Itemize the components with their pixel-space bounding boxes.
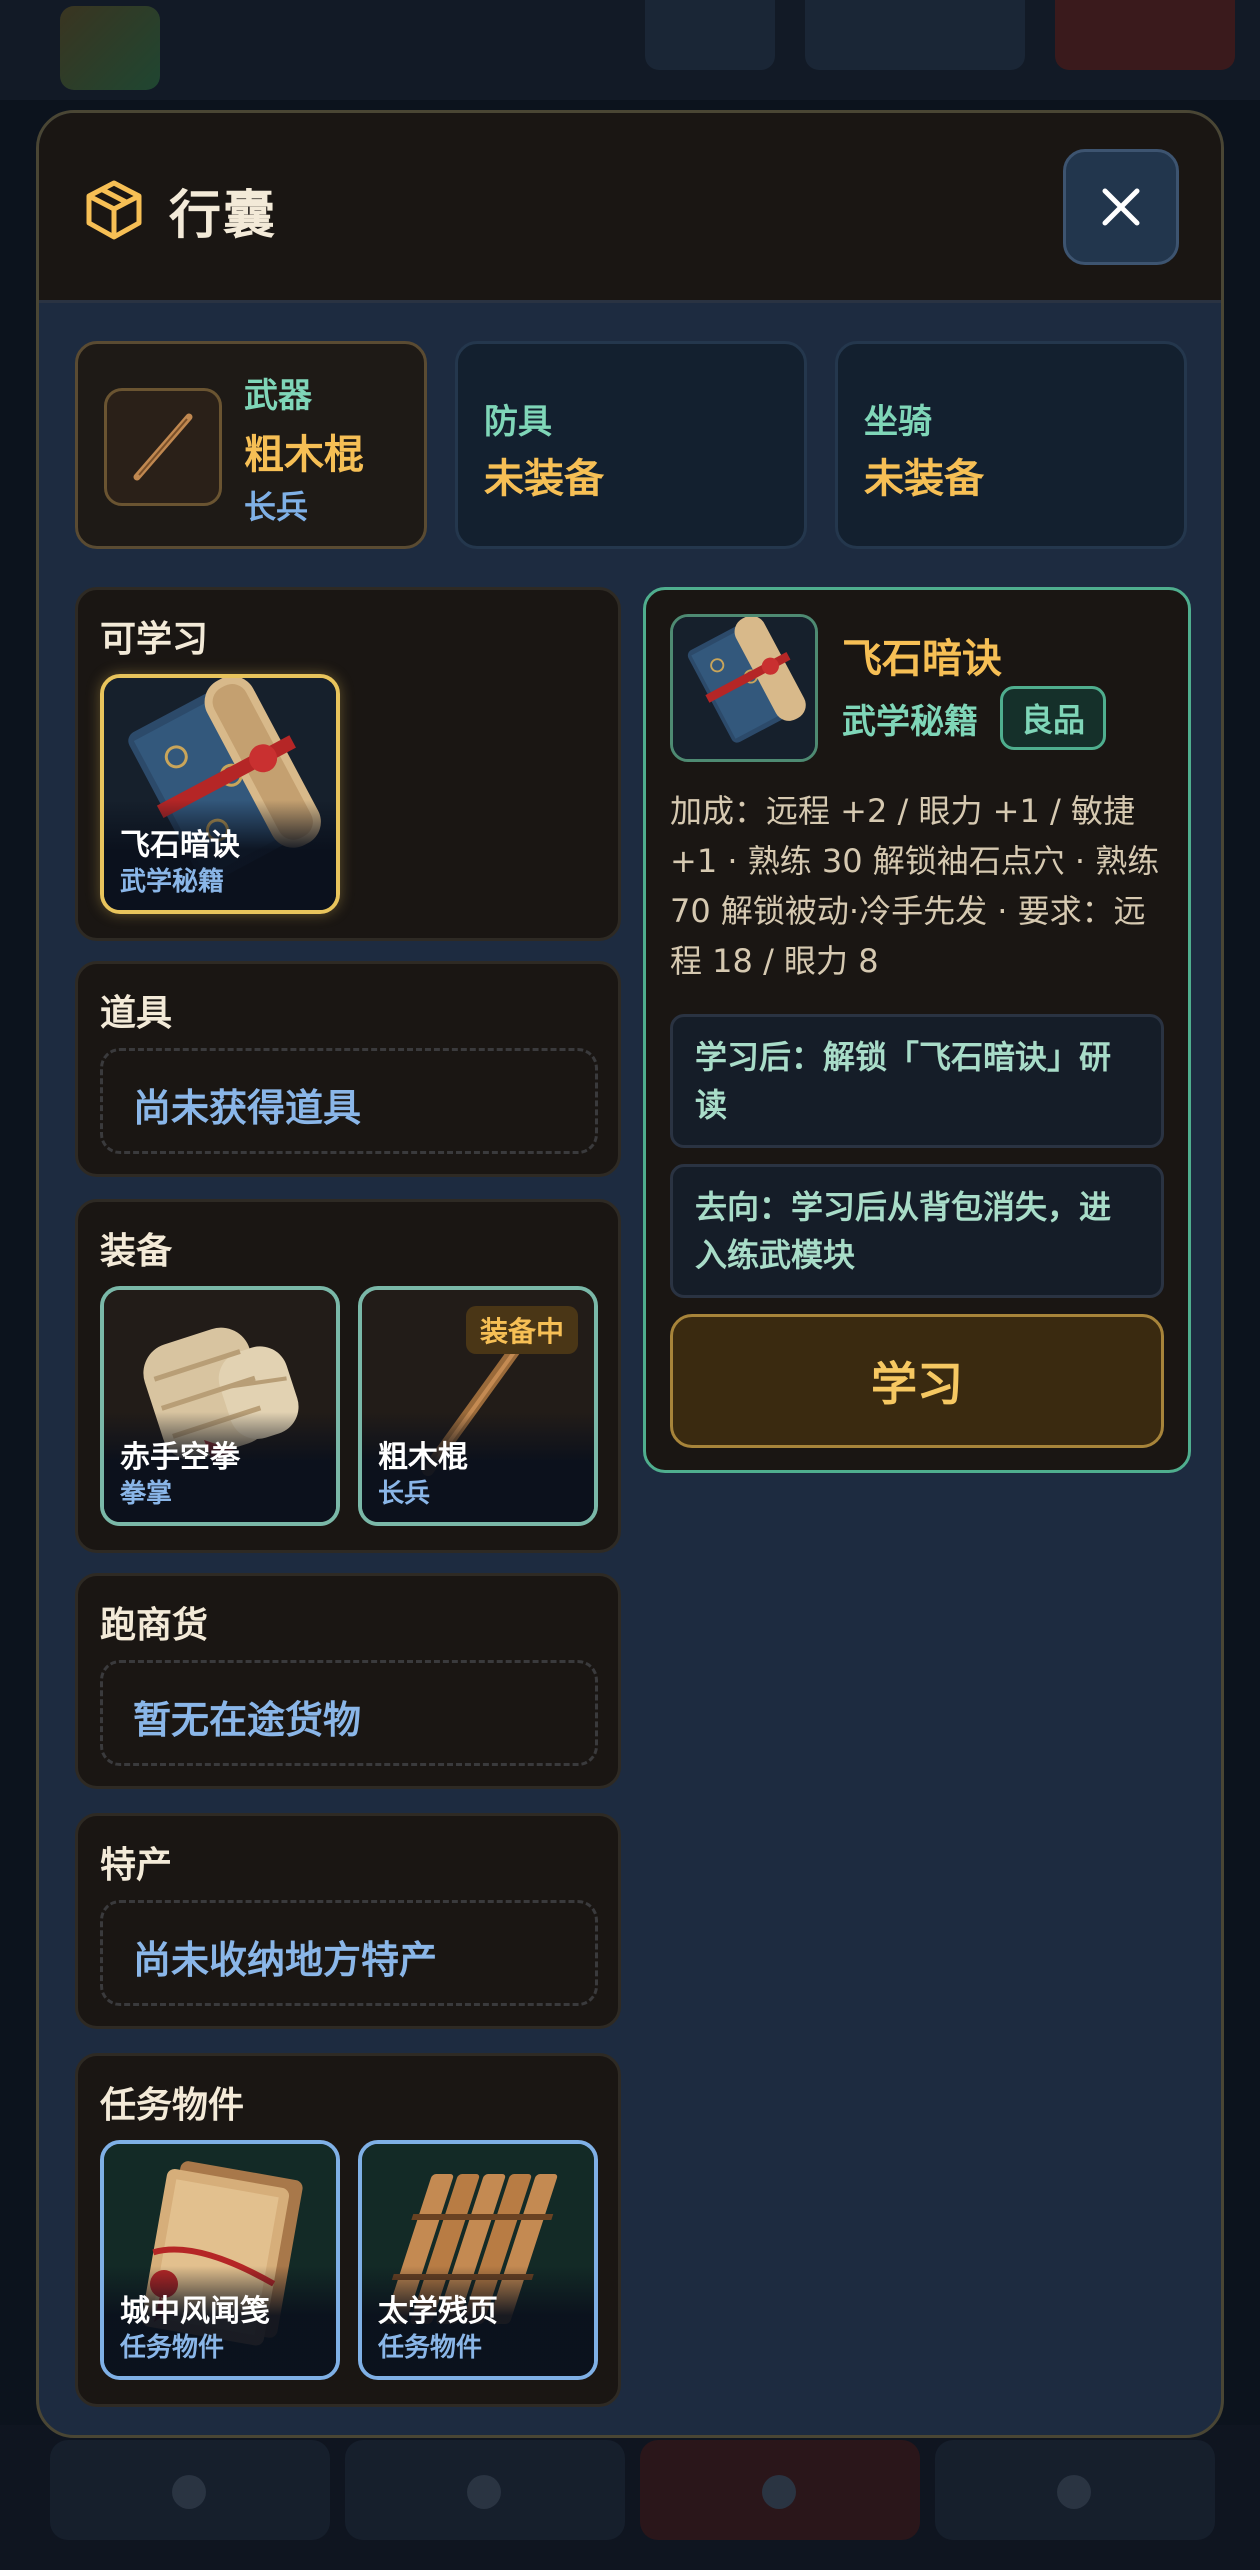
equipped-badge: 装备中 (465, 1306, 578, 1354)
item-type: 任务物件 (378, 2333, 483, 2363)
detail-thumbnail (670, 614, 818, 762)
background-tab-icon (1057, 2475, 1091, 2509)
equipment-section: 装备 赤手空拳 拳掌 装备中 粗木棍 长兵 (75, 1199, 621, 1553)
modal-title: 行囊 (169, 186, 278, 246)
close-icon (1102, 188, 1140, 226)
trade-goods-section: 跑商货 暂无在途货物 (75, 1573, 621, 1789)
empty-message: 暂无在途货物 (133, 1698, 362, 1742)
background-stat-pill (1055, 0, 1235, 70)
specialty-empty-state: 尚未收纳地方特产 (100, 1900, 598, 2006)
slot-label: 武器 (244, 376, 312, 416)
background-tab-icon (762, 2475, 796, 2509)
item-name: 城中风闻笺 (120, 2294, 270, 2329)
empty-message: 尚未获得道具 (133, 1086, 362, 1130)
section-title: 道具 (100, 993, 173, 1034)
weapon-slot[interactable]: 武器 粗木棍 长兵 (75, 341, 427, 549)
item-type: 任务物件 (120, 2333, 225, 2363)
goods-empty-state: 暂无在途货物 (100, 1660, 598, 1766)
background-tab-icon (172, 2475, 206, 2509)
item-name: 太学残页 (378, 2294, 498, 2329)
detail-item-type: 武学秘籍 (842, 702, 978, 742)
slot-value: 未装备 (484, 456, 604, 502)
mount-slot[interactable]: 坐骑 未装备 (835, 341, 1187, 549)
empty-message: 尚未收纳地方特产 (133, 1938, 438, 1982)
item-name: 粗木棍 (378, 1440, 468, 1475)
item-card-bare-hands[interactable]: 赤手空拳 拳掌 (100, 1286, 340, 1526)
slot-label: 坐骑 (864, 402, 932, 442)
section-title: 特产 (100, 1845, 173, 1886)
inventory-modal: 行囊 武器 粗木棍 长兵 防具 未装备 坐骑 未装备 可学习 飞石暗诀 武学秘籍… (36, 110, 1224, 2438)
slot-value: 未装备 (864, 456, 984, 502)
item-card-feishi-manual[interactable]: 飞石暗诀 武学秘籍 (100, 674, 340, 914)
package-icon (86, 180, 142, 240)
item-type: 拳掌 (120, 1479, 173, 1509)
section-title: 可学习 (100, 619, 209, 660)
section-title: 跑商货 (100, 1605, 209, 1646)
weapon-slot-thumbnail (104, 388, 222, 506)
rarity-badge: 良品 (1000, 686, 1107, 750)
item-type: 武学秘籍 (120, 867, 225, 897)
item-type: 长兵 (378, 1479, 431, 1509)
staff-icon (133, 413, 193, 481)
specialty-section: 特产 尚未收纳地方特产 (75, 1813, 621, 2029)
item-card-wooden-staff[interactable]: 装备中 粗木棍 长兵 (358, 1286, 598, 1526)
scroll-icon (673, 617, 815, 759)
armor-slot[interactable]: 防具 未装备 (455, 341, 807, 549)
section-title: 任务物件 (100, 2085, 245, 2126)
quest-items-section: 任务物件 城中风闻笺 任务物件 太学残页 任务物件 (75, 2053, 621, 2407)
close-button[interactable] (1063, 149, 1179, 265)
modal-header: 行囊 (39, 113, 1221, 303)
slot-label: 防具 (484, 402, 552, 442)
learnable-section: 可学习 飞石暗诀 武学秘籍 (75, 587, 621, 941)
learn-button[interactable]: 学习 (670, 1314, 1164, 1448)
background-stat-pill (805, 0, 1025, 70)
item-card-city-rumor-note[interactable]: 城中风闻笺 任务物件 (100, 2140, 340, 2380)
section-title: 装备 (100, 1231, 173, 1272)
after-learn-note: 学习后：解锁「飞石暗诀」研读 (670, 1014, 1164, 1148)
background-avatar (60, 6, 160, 90)
item-name: 飞石暗诀 (120, 828, 240, 863)
slot-subtype: 长兵 (244, 488, 309, 526)
detail-description: 加成：远程 +2 / 眼力 +1 / 敏捷 +1 · 熟练 30 解锁袖石点穴 … (670, 792, 1160, 980)
props-section: 道具 尚未获得道具 (75, 961, 621, 1177)
slot-value: 粗木棍 (244, 432, 364, 478)
item-detail-panel: 飞石暗诀 武学秘籍 良品 加成：远程 +2 / 眼力 +1 / 敏捷 +1 · … (643, 587, 1191, 1473)
background-stat-pill (645, 0, 775, 70)
props-empty-state: 尚未获得道具 (100, 1048, 598, 1154)
item-name: 赤手空拳 (120, 1440, 240, 1475)
detail-item-name: 飞石暗诀 (842, 636, 1002, 682)
destination-note: 去向：学习后从背包消失，进入练武模块 (670, 1164, 1164, 1298)
item-card-academy-fragment[interactable]: 太学残页 任务物件 (358, 2140, 598, 2380)
background-tab-icon (467, 2475, 501, 2509)
